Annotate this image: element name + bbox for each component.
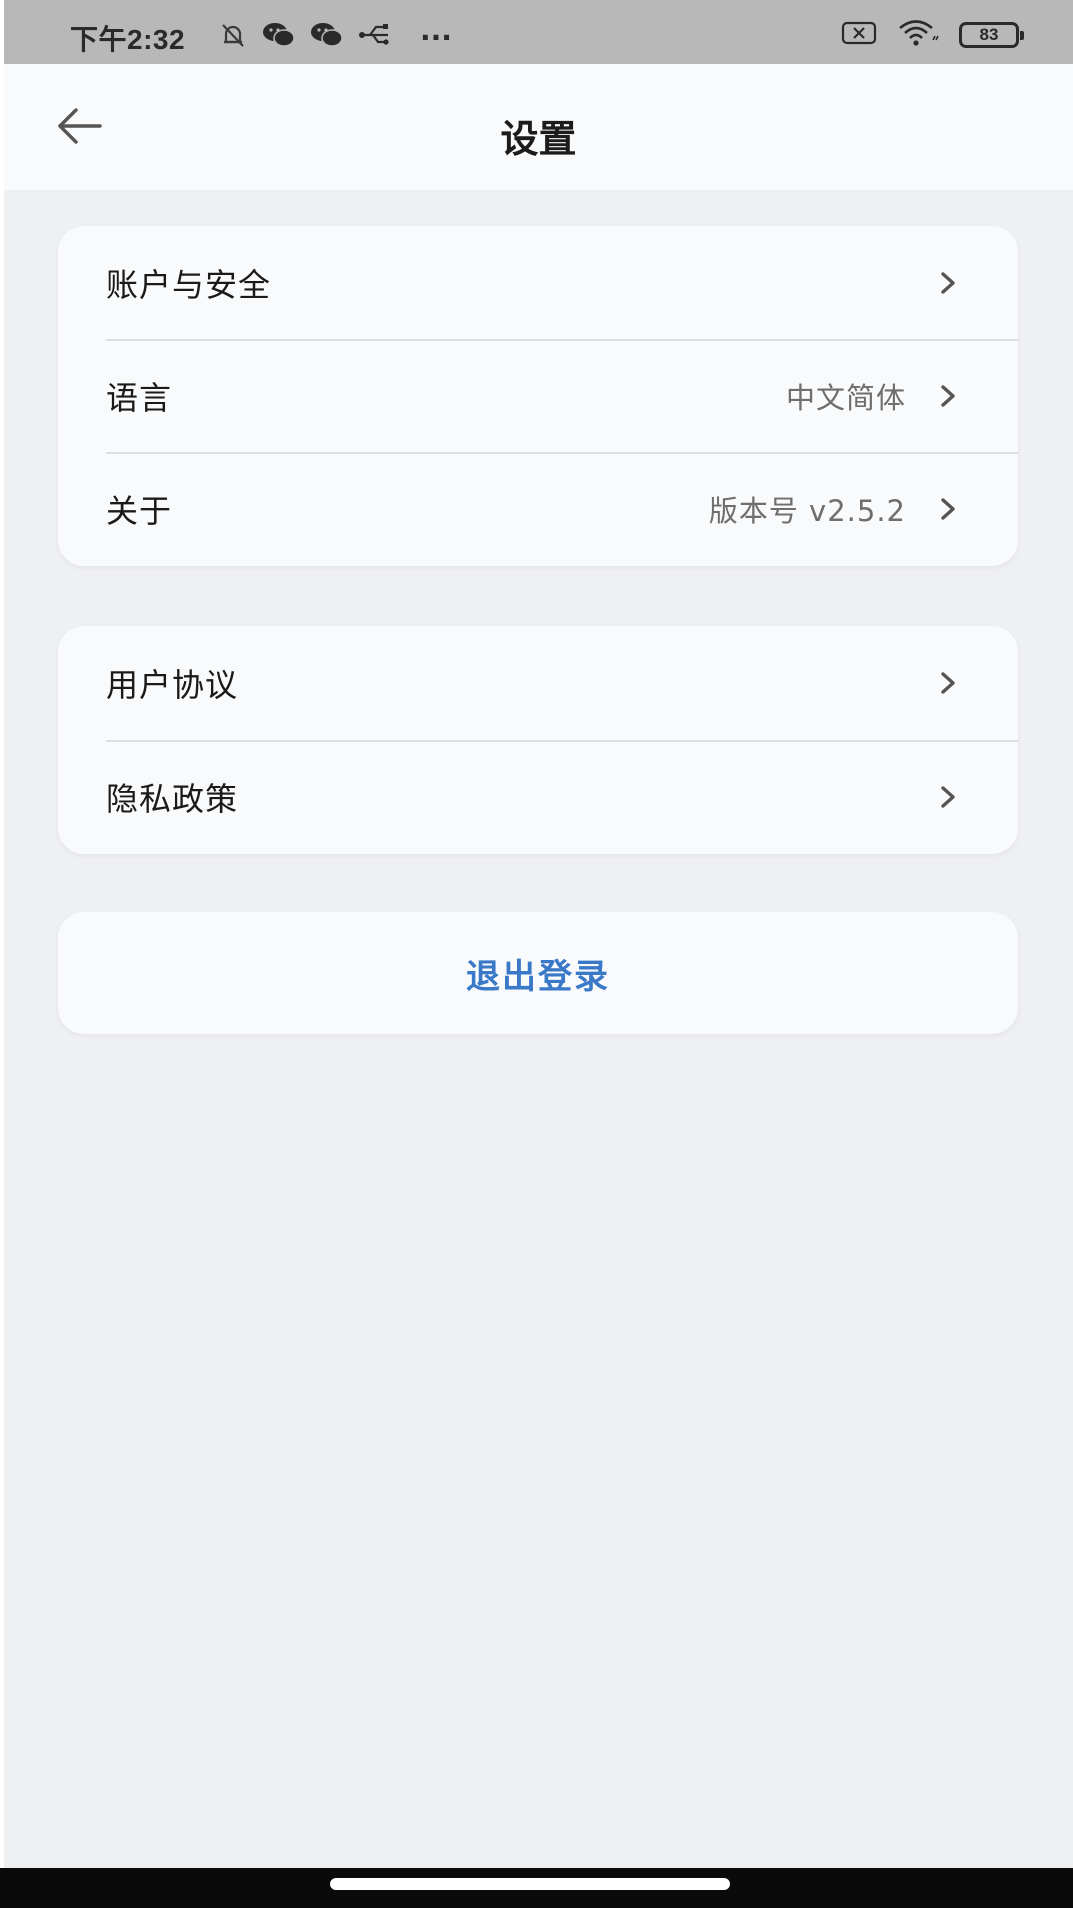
row-label: 语言 [106,378,173,417]
settings-group-2: 用户协议 隐私政策 [58,626,1018,854]
row-label: 关于 [106,491,173,530]
status-time: 下午2:32 [70,24,186,55]
row-privacy-policy[interactable]: 隐私政策 [58,740,1018,854]
settings-group-1: 账户与安全 语言 中文简体 关于 版本号 v2.5.2 [58,226,1018,566]
page-title: 设置 [500,117,577,161]
row-label: 账户与安全 [106,265,272,304]
row-user-agreement[interactable]: 用户协议 [58,626,1018,740]
status-icons-left: ··· [218,20,452,54]
wechat-icon [310,21,344,53]
chevron-right-icon [941,497,955,520]
usb-icon [358,22,392,52]
logout-button[interactable]: 退出登录 [58,912,1018,1034]
wechat-icon [262,21,296,53]
chevron-right-icon [941,786,955,808]
row-label: 用户协议 [106,666,239,704]
row-label: 隐私政策 [106,780,239,818]
row-about[interactable]: 关于 版本号 v2.5.2 [58,452,1018,565]
header: 设置 [4,64,1073,190]
status-bar: 下午2:32 ··· 83 [4,0,1073,64]
version-value: 版本号 v2.5.2 [708,493,906,528]
row-account-security[interactable]: 账户与安全 [58,226,1018,339]
language-value: 中文简体 [785,380,906,415]
logout-label: 退出登录 [466,956,610,997]
navigation-bar [0,1868,1073,1908]
battery-level: 83 [979,25,999,44]
sim-off-icon [841,20,877,50]
chevron-right-icon [941,672,955,694]
chevron-right-icon [941,384,955,407]
status-icons-right: 83 [841,18,1024,52]
chevron-right-icon [941,271,955,294]
bell-off-icon [218,20,248,54]
home-indicator[interactable] [330,1878,730,1890]
settings-screen: 下午2:32 ··· 83 设置 账户与安全 语言 中文简体 关于 版本号 v2… [4,0,1073,1908]
wifi-icon [897,18,939,52]
more-indicator: ··· [420,20,452,54]
row-language[interactable]: 语言 中文简体 [58,339,1018,452]
battery-icon: 83 [959,22,1024,48]
